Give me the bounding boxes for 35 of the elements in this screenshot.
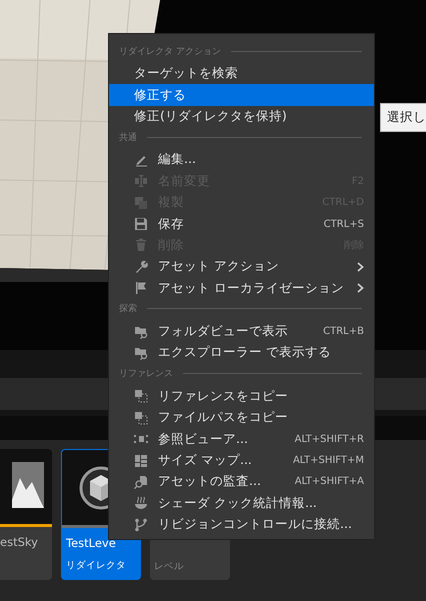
folder-search-icon xyxy=(134,346,148,360)
trash-icon xyxy=(134,238,148,252)
asset-type: リダイレクタ xyxy=(65,559,127,573)
menu-item[interactable]: 修正(リダイレクタを保持) xyxy=(109,106,374,128)
asset-tile[interactable]: estSky xyxy=(0,449,52,580)
asset-name: estSky xyxy=(0,534,39,549)
menu-item[interactable]: フォルダビューで表示 CTRL+B xyxy=(109,320,374,342)
flag-icon xyxy=(134,281,148,296)
menu-item[interactable]: 参照ビューア... ALT+SHIFT+R xyxy=(109,428,374,450)
section-header: 共通 xyxy=(119,132,137,144)
asset-name: TestLeve xyxy=(65,535,117,550)
section-header: リファレンス xyxy=(119,368,173,380)
branch-icon xyxy=(134,518,148,532)
copy-icon xyxy=(134,410,148,425)
menu-item[interactable]: ファイルパスをコピー xyxy=(109,407,374,428)
duplicate-icon xyxy=(134,196,148,210)
save-icon xyxy=(134,217,148,232)
tooltip: 選択し xyxy=(380,103,426,132)
menu-item[interactable]: 編集... xyxy=(109,149,374,171)
menu-item[interactable]: 修正する xyxy=(109,84,374,106)
menu-item[interactable]: アセット アクション xyxy=(109,256,374,278)
folder-search-icon xyxy=(134,324,148,339)
grid-icon xyxy=(134,454,148,468)
menu-item[interactable]: 保存 CTRL+S xyxy=(109,213,374,235)
rename-icon xyxy=(134,174,148,188)
wrench-icon xyxy=(134,260,148,274)
section-header: リダイレクタ アクション xyxy=(119,46,221,58)
section-header: 探索 xyxy=(119,302,137,316)
menu-item[interactable]: ターゲットを検索 xyxy=(109,63,374,84)
menu-item[interactable]: アセット ローカライゼーション xyxy=(109,278,374,299)
menu-item[interactable]: エクスプローラー で表示する xyxy=(109,342,374,364)
copy-icon xyxy=(134,389,148,404)
asset-type: レベル xyxy=(153,560,185,574)
magnifier-document-icon xyxy=(134,474,148,489)
steaming-bowl-icon xyxy=(134,496,148,510)
